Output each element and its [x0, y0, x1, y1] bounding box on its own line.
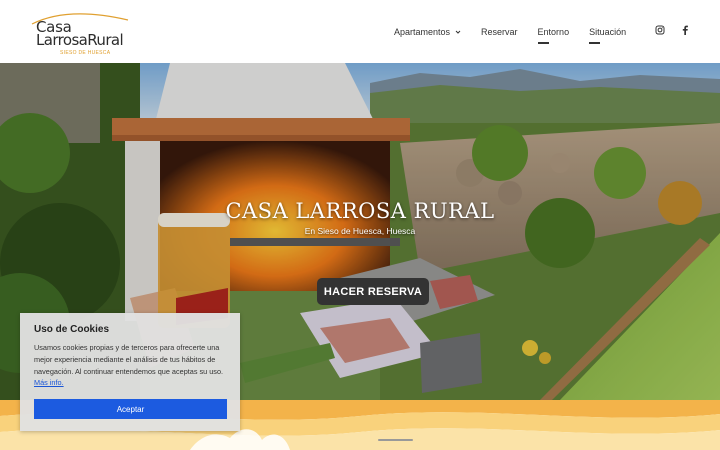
nav-item-entorno[interactable]: Entorno: [537, 27, 570, 44]
main-nav: Apartamentos Reservar Entorno Situación: [394, 22, 646, 44]
instagram-icon[interactable]: [654, 24, 666, 36]
nav-underline: [537, 42, 549, 44]
nav-label: Entorno: [537, 27, 570, 37]
hacer-reserva-button[interactable]: HACER RESERVA: [317, 278, 429, 305]
cookie-title: Uso de Cookies: [34, 324, 110, 335]
cookie-text: Usamos cookies propias y de terceros par…: [34, 343, 224, 376]
logo-tagline: SIESO DE HUESCA: [60, 50, 111, 56]
nav-label: Situación: [589, 27, 627, 37]
site-logo[interactable]: Casa LarrosaRural SIESO DE HUESCA: [28, 8, 138, 56]
site-header: Casa LarrosaRural SIESO DE HUESCA Aparta…: [0, 0, 720, 63]
mas-info-link[interactable]: Más info.: [34, 378, 64, 387]
hero-title: CASA LARROSA RURAL: [225, 199, 495, 223]
facebook-icon[interactable]: [679, 24, 691, 36]
aceptar-button[interactable]: Aceptar: [34, 399, 227, 419]
hero-subtitle: En Sieso de Huesca, Huesca: [304, 226, 416, 236]
nav-label: Apartamentos: [394, 27, 451, 37]
cookie-description: Usamos cookies propias y de terceros par…: [34, 342, 230, 389]
nav-item-situacion[interactable]: Situación: [589, 27, 627, 44]
nav-underline: [589, 42, 601, 44]
logo-text-line2: LarrosaRural: [36, 31, 124, 49]
nav-item-apartamentos[interactable]: Apartamentos: [394, 27, 461, 37]
nav-item-reservar[interactable]: Reservar: [481, 27, 518, 37]
slider-indicator[interactable]: [378, 439, 413, 441]
cookie-banner: Uso de Cookies Usamos cookies propias y …: [20, 313, 240, 431]
chevron-down-icon: [455, 30, 461, 34]
nav-label: Reservar: [481, 27, 518, 37]
